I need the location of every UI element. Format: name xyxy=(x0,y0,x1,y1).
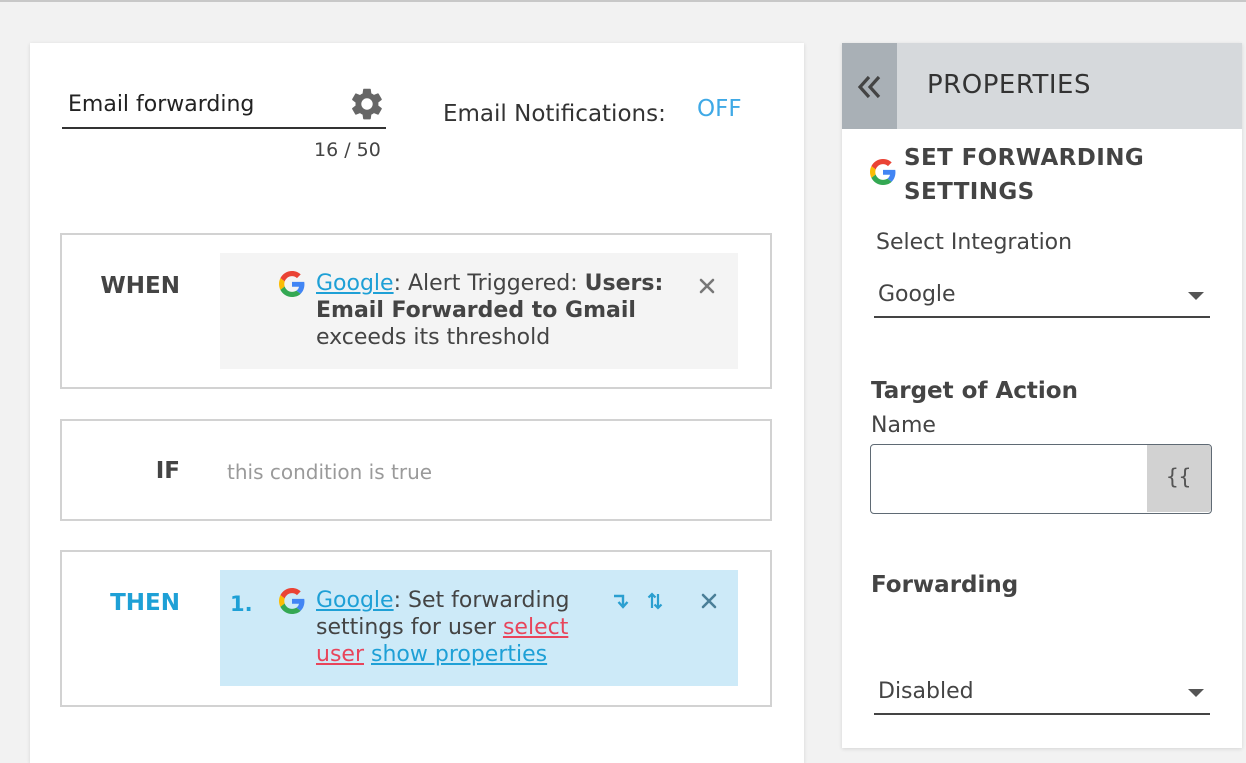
trigger-text-a: : Alert Triggered: xyxy=(393,271,585,296)
show-properties-link[interactable]: show properties xyxy=(371,642,547,667)
collapse-panel-button[interactable] xyxy=(842,43,897,129)
move-down-icon[interactable] xyxy=(610,590,632,612)
forwarding-select[interactable]: Disabled xyxy=(874,673,1210,715)
if-label: IF xyxy=(155,458,180,484)
when-section: WHEN Google: Alert Triggered: Users: Ema… xyxy=(60,233,772,389)
google-logo-icon xyxy=(870,159,896,185)
notifications-label: Email Notifications: xyxy=(443,101,666,127)
target-name-field: {{ xyxy=(870,444,1212,514)
close-icon[interactable] xyxy=(698,590,720,612)
action-description: Google: Set forwarding settings for user… xyxy=(316,587,596,668)
then-section: THEN 1. Google: Set forwarding settings … xyxy=(60,550,772,707)
close-icon[interactable] xyxy=(696,275,718,297)
caret-down-icon xyxy=(1188,689,1204,697)
forwarding-select-value: Disabled xyxy=(878,679,974,704)
trigger-description: Google: Alert Triggered: Users: Email Fo… xyxy=(316,270,672,351)
if-section: IF this condition is true xyxy=(60,419,772,521)
properties-header: PROPERTIES xyxy=(842,43,1242,129)
workflow-name-input[interactable] xyxy=(66,83,340,125)
when-label: WHEN xyxy=(100,273,180,299)
select-integration-label: Select Integration xyxy=(876,230,1073,255)
character-counter: 16 / 50 xyxy=(314,139,381,161)
google-integration-link[interactable]: Google xyxy=(316,588,394,613)
caret-down-icon xyxy=(1188,292,1204,300)
google-logo-icon xyxy=(279,588,305,614)
target-of-action-heading: Target of Action xyxy=(871,378,1078,404)
action-section-title: SET FORWARDING SETTINGS xyxy=(904,145,1145,205)
variable-button-label: {{ xyxy=(1166,465,1192,489)
action-card[interactable]: 1. Google: Set forwarding settings for u… xyxy=(220,570,738,686)
google-integration-link[interactable]: Google xyxy=(316,271,394,296)
panel-title: PROPERTIES xyxy=(927,70,1091,100)
top-divider xyxy=(0,0,1246,2)
properties-panel: PROPERTIES SET FORWARDING SETTINGS Selec… xyxy=(842,43,1242,748)
target-name-input[interactable] xyxy=(877,453,1141,505)
double-chevron-left-icon xyxy=(857,75,881,99)
reorder-icon[interactable] xyxy=(644,590,666,612)
notifications-toggle[interactable]: OFF xyxy=(697,96,742,122)
workflow-name-field xyxy=(62,83,386,129)
gear-icon[interactable] xyxy=(348,85,386,123)
trigger-card[interactable]: Google: Alert Triggered: Users: Email Fo… xyxy=(220,253,738,369)
integration-select-value: Google xyxy=(878,282,956,307)
google-logo-icon xyxy=(279,271,305,297)
insert-variable-button[interactable]: {{ xyxy=(1147,445,1211,512)
step-number: 1. xyxy=(230,592,253,616)
condition-placeholder[interactable]: this condition is true xyxy=(227,460,432,484)
integration-select[interactable]: Google xyxy=(874,276,1210,318)
then-label: THEN xyxy=(110,590,180,616)
trigger-text-b: exceeds its threshold xyxy=(316,325,551,350)
workflow-card: 16 / 50 Email Notifications: OFF WHEN Go… xyxy=(30,43,804,763)
name-label: Name xyxy=(871,413,936,438)
forwarding-heading: Forwarding xyxy=(871,572,1019,598)
